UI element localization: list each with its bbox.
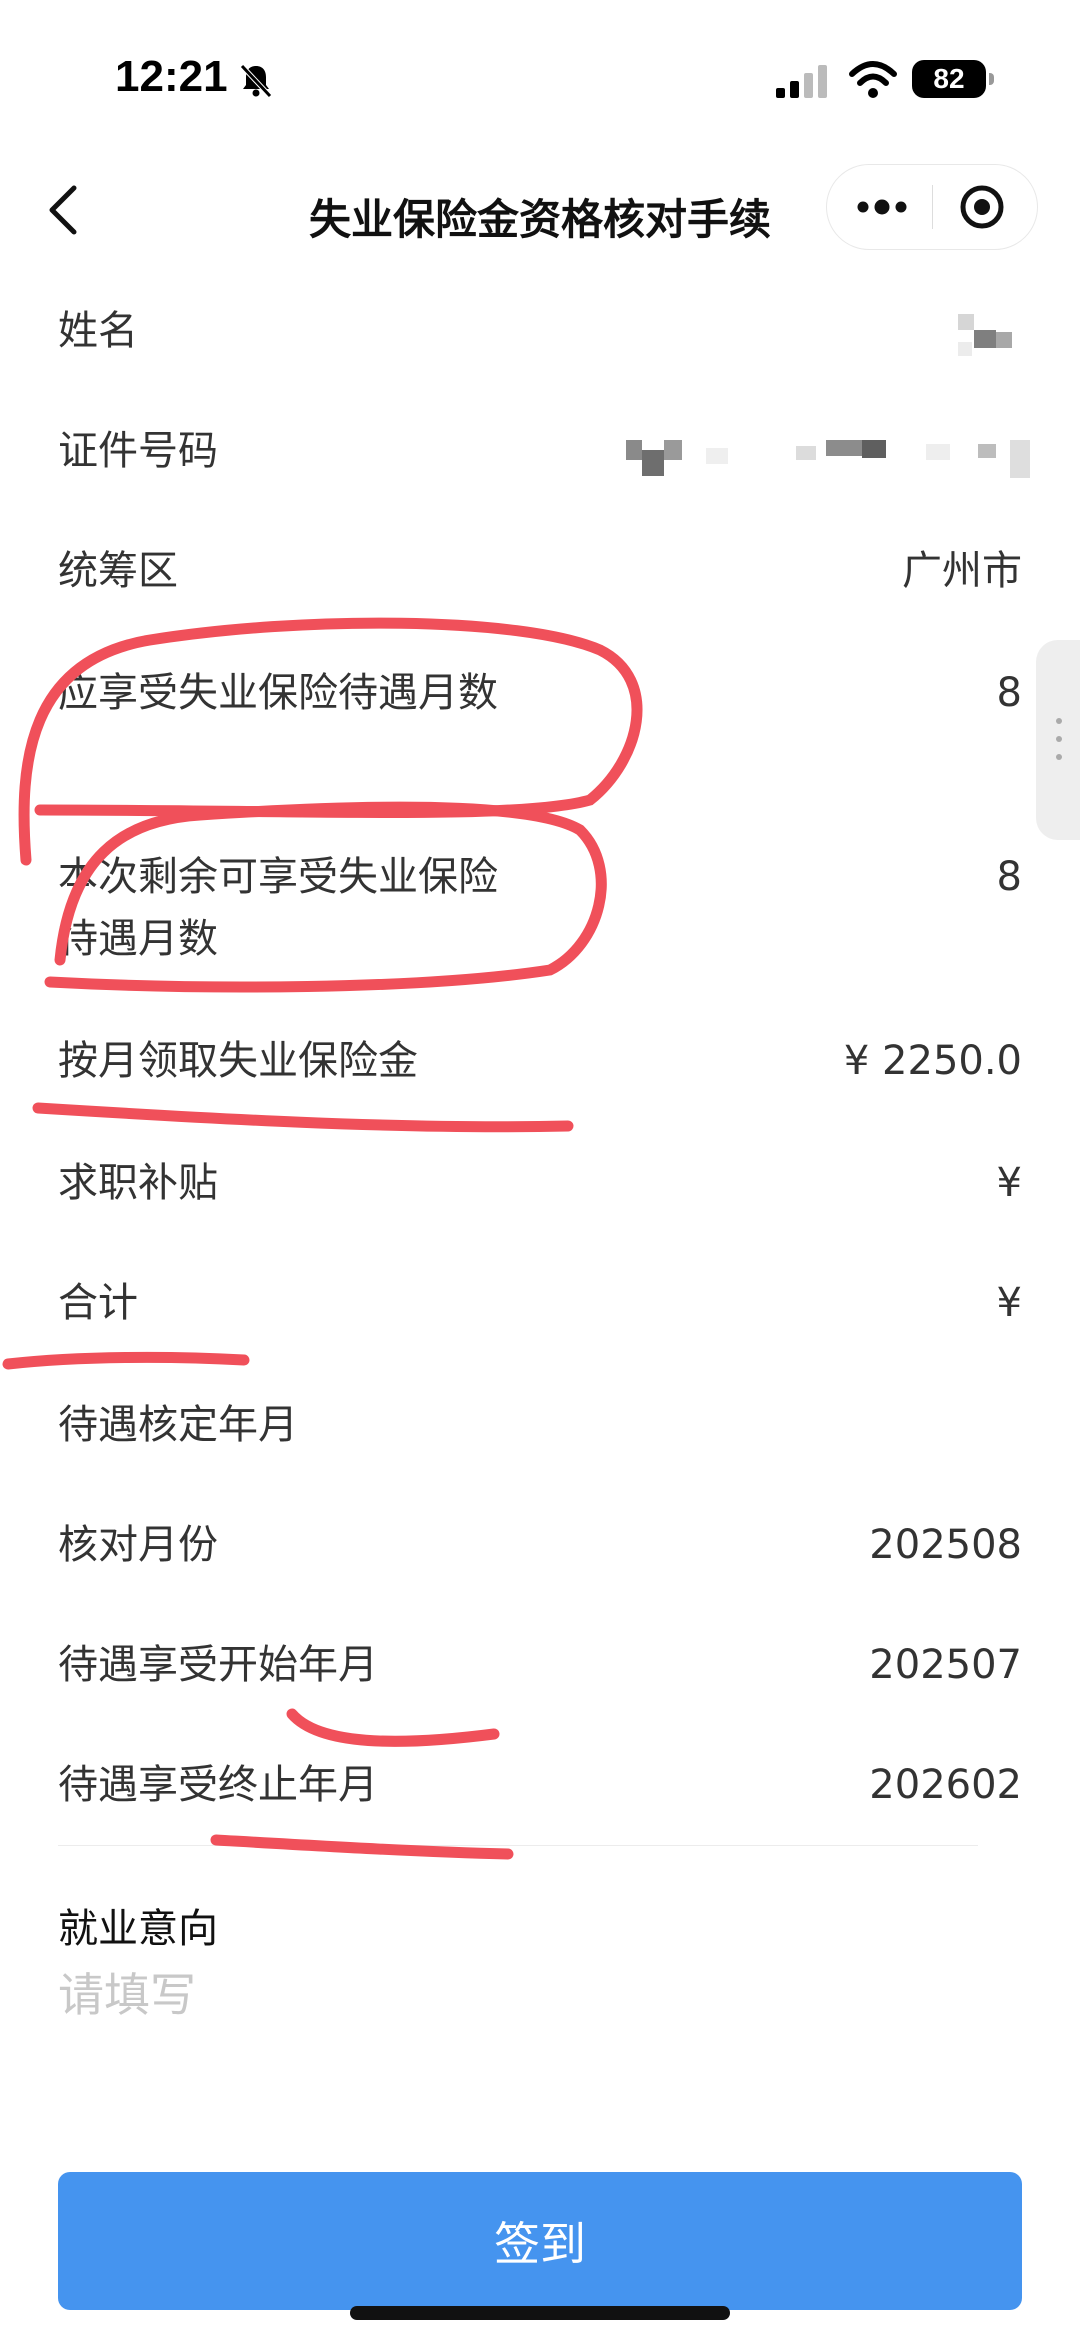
- annotation-circle-entitled: [18, 617, 643, 866]
- wifi-icon: [849, 61, 897, 98]
- end-month-label: 待遇享受终止年月: [58, 1762, 378, 1808]
- region-value: 广州市: [902, 548, 1022, 594]
- redacted-id-mosaic: [626, 440, 1030, 478]
- end-month-value: 202602: [869, 1762, 1022, 1808]
- months-entitled-label: 应享受失业保险待遇月数: [58, 670, 498, 716]
- side-float-handle[interactable]: [1036, 640, 1080, 840]
- nav-bar: 失业保险金资格核对手续: [0, 160, 1080, 260]
- id-number-label: 证件号码: [58, 428, 218, 474]
- approval-month-label: 待遇核定年月: [58, 1402, 298, 1448]
- annotation-underline-total: [2, 1351, 250, 1370]
- target-icon[interactable]: [958, 183, 1006, 231]
- more-dots-icon[interactable]: [855, 185, 909, 229]
- region-label: 统筹区: [58, 548, 178, 594]
- handle-dot: [1056, 718, 1062, 724]
- job-subsidy-value: ¥: [996, 1160, 1022, 1206]
- battery-icon: 82: [912, 60, 994, 98]
- monthly-benefit-value: ¥ 2250.0: [843, 1038, 1022, 1084]
- mini-program-capsule: [826, 164, 1038, 250]
- check-month-label: 核对月份: [58, 1522, 218, 1568]
- status-bar: 12:21 82: [0, 0, 1080, 150]
- signal-icon: [776, 65, 827, 98]
- job-subsidy-label: 求职补贴: [58, 1160, 218, 1206]
- start-month-value: 202507: [869, 1642, 1022, 1688]
- redacted-name-mosaic: [958, 314, 1012, 356]
- total-label: 合计: [58, 1280, 138, 1326]
- section-divider: [58, 1845, 978, 1846]
- status-time: 12:21: [115, 52, 228, 101]
- annotation-underline-benefit: [32, 1102, 574, 1133]
- total-value: ¥: [996, 1280, 1022, 1326]
- monthly-benefit-label: 按月领取失业保险金: [58, 1038, 418, 1084]
- intent-label: 就业意向: [58, 1906, 218, 1952]
- bell-muted-icon: [240, 64, 272, 98]
- annotation-underline-end: [210, 1834, 514, 1860]
- check-month-value: 202508: [869, 1522, 1022, 1568]
- home-indicator: [350, 2306, 730, 2320]
- handle-dot: [1056, 736, 1062, 742]
- sign-in-button[interactable]: 签到: [58, 2172, 1022, 2310]
- months-entitled-value: 8: [996, 670, 1022, 716]
- months-remaining-value: 8: [996, 854, 1022, 900]
- handle-dot: [1056, 754, 1062, 760]
- start-month-label: 待遇享受开始年月: [58, 1642, 378, 1688]
- annotation-underline-start: [286, 1708, 500, 1747]
- name-label: 姓名: [58, 308, 138, 354]
- capsule-divider: [932, 185, 933, 229]
- months-remaining-label: 本次剩余可享受失业保险待遇月数: [58, 854, 498, 962]
- intent-input[interactable]: [58, 1960, 958, 2030]
